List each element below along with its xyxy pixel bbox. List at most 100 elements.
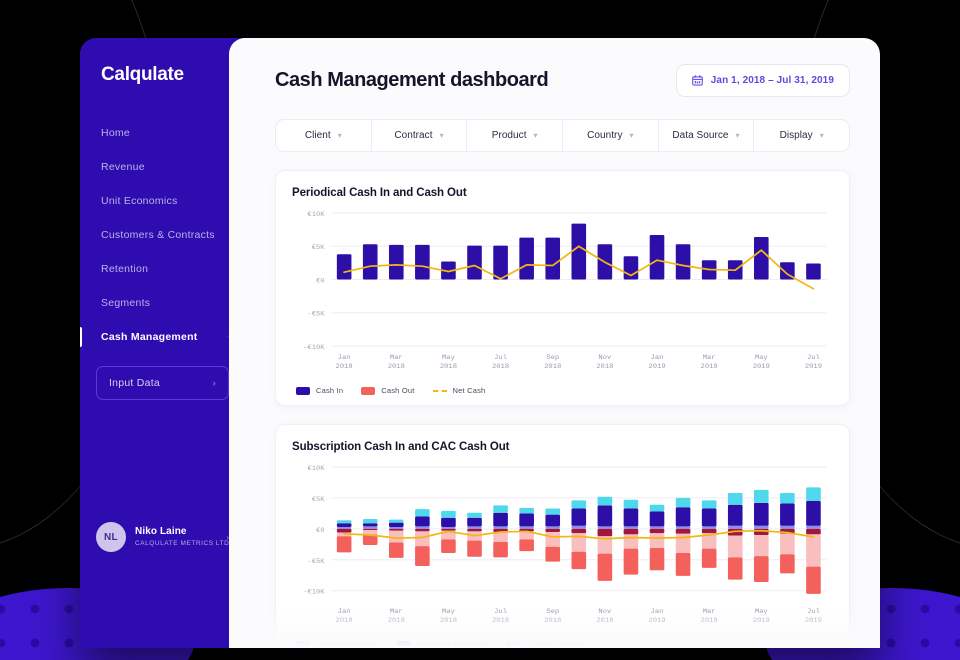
input-data-label: Input Data — [109, 377, 160, 389]
svg-text:Jul: Jul — [807, 608, 820, 616]
svg-text:May: May — [755, 354, 768, 362]
filter-bar: Client ▾ Contract ▾ Product ▾ Country ▾ Data Sou… — [275, 119, 850, 152]
svg-text:2018: 2018 — [440, 363, 457, 371]
filter-label: Data Source — [672, 130, 729, 141]
legend-item[interactable]: Current Contracts — [296, 640, 379, 648]
svg-text:Sep: Sep — [546, 608, 559, 616]
svg-text:May: May — [442, 608, 455, 616]
svg-text:Mar: Mar — [703, 608, 716, 616]
legend-item[interactable]: Cash In — [296, 386, 343, 395]
svg-text:2018: 2018 — [492, 617, 509, 625]
legend-label: Current Contracts — [316, 640, 379, 648]
legend-label: Cash In — [316, 386, 344, 395]
chart-periodical-cash-in-out[interactable]: €10K €5K €0 -€5K -€10K Jan 2018 Mar 2018 May 2018 J… — [292, 205, 833, 380]
svg-text:Mar: Mar — [703, 354, 716, 362]
svg-text:-€10K: -€10K — [303, 589, 325, 597]
chart-title: Subscription Cash In and CAC Cash Out — [292, 441, 510, 453]
filter-label: Client — [304, 130, 331, 141]
sidebar-item-label: Unit Economics — [101, 195, 178, 207]
sidebar-item-label: Cash Management — [101, 331, 198, 343]
svg-text:2019: 2019 — [753, 617, 770, 625]
chart-title: Periodical Cash In and Cash Out — [292, 187, 467, 199]
sidebar-item-home[interactable]: Home — [80, 116, 245, 150]
svg-text:2019: 2019 — [701, 363, 718, 371]
filter-client[interactable]: Client ▾ — [276, 120, 372, 151]
app-window: Calqulate Home Revenue Unit Economics Custo… — [80, 38, 880, 648]
sidebar-item-unit-economics[interactable]: Unit Economics — [80, 184, 245, 218]
sidebar-item-customers-contracts[interactable]: Customers & Contracts — [80, 218, 245, 252]
svg-text:Jan: Jan — [338, 608, 351, 616]
filter-label: Display — [779, 130, 813, 141]
svg-text:2018: 2018 — [596, 363, 613, 371]
legend-item[interactable]: Cash Out — [361, 386, 414, 395]
date-range-picker[interactable]: Jan 1, 2018 – Jul 31, 2019 — [675, 64, 850, 97]
svg-text:€0: €0 — [316, 527, 325, 535]
chevron-down-icon: ▾ — [629, 131, 634, 140]
chart-subscription-cash-in-cac-out[interactable]: €10K €5K €0 -€5K -€10K Jan 2018 Mar 2018 May 2018 J… — [292, 459, 833, 634]
chevron-right-icon: › — [212, 378, 216, 388]
sidebar-item-segments[interactable]: Segments — [80, 286, 245, 320]
svg-text:2018: 2018 — [336, 617, 353, 625]
svg-text:Jan: Jan — [651, 354, 664, 362]
user-text: Niko Laine CALQULATE METRICS LTD. — [135, 526, 231, 548]
sidebar-item-retention[interactable]: Retention — [80, 252, 245, 286]
input-data-button[interactable]: Input Data › — [96, 366, 229, 400]
svg-text:€5K: €5K — [312, 496, 326, 504]
topbar: Cash Management dashboard Jan 1, 2018 – … — [257, 38, 852, 97]
filter-data-source[interactable]: Data Source ▾ — [659, 120, 755, 151]
legend-swatch — [296, 640, 310, 648]
svg-text:-€5K: -€5K — [307, 558, 325, 566]
legend-label: Cash Out — [381, 386, 415, 395]
svg-text:2019: 2019 — [753, 363, 770, 371]
chart-card-periodical-cash: Periodical Cash In and Cash Out €10K €5K €… — [275, 170, 850, 406]
filter-contract[interactable]: Contract ▾ — [372, 120, 468, 151]
svg-text:2018: 2018 — [596, 617, 613, 625]
user-profile[interactable]: NL Niko Laine CALQULATE METRICS LTD. › — [80, 522, 245, 552]
user-name: Niko Laine — [135, 526, 187, 538]
sidebar-item-label: Customers & Contracts — [101, 229, 215, 241]
screenshot-root: Calqulate Home Revenue Unit Economics Custo… — [0, 0, 960, 660]
svg-text:Jul: Jul — [494, 608, 507, 616]
sidebar-item-label: Segments — [101, 297, 151, 309]
svg-text:€10K: €10K — [307, 211, 325, 219]
legend-line-marker — [432, 389, 447, 392]
brand-logo[interactable]: Calqulate — [80, 64, 245, 86]
svg-text:2018: 2018 — [388, 363, 405, 371]
legend-label: Recurring Payments — [416, 640, 489, 648]
filter-product[interactable]: Product ▾ — [467, 120, 564, 151]
legend-swatch — [361, 386, 376, 395]
svg-text:-€5K: -€5K — [307, 311, 325, 319]
sidebar: Calqulate Home Revenue Unit Economics Custo… — [80, 38, 245, 648]
legend-item[interactable]: Recurring Payments — [396, 640, 489, 648]
filter-label: Country — [587, 130, 623, 141]
legend-swatch — [396, 640, 411, 648]
main-content: Cash Management dashboard Jan 1, 2018 – … — [229, 38, 880, 648]
svg-text:Sep: Sep — [546, 354, 559, 362]
svg-text:Jul: Jul — [807, 354, 820, 362]
svg-text:2019: 2019 — [805, 617, 822, 625]
svg-text:2019: 2019 — [805, 363, 822, 371]
svg-text:2018: 2018 — [336, 363, 353, 371]
chart-card-subscription-cac: Subscription Cash In and CAC Cash Out €1… — [275, 424, 850, 648]
sidebar-item-revenue[interactable]: Revenue — [80, 150, 245, 184]
svg-text:-€10K: -€10K — [303, 344, 325, 352]
svg-text:May: May — [755, 608, 768, 616]
calendar-icon — [691, 75, 703, 86]
filter-label: Product — [491, 130, 527, 141]
svg-text:Nov: Nov — [598, 608, 611, 616]
legend-item[interactable]: Current Contracts — [506, 640, 589, 648]
svg-text:2019: 2019 — [648, 363, 665, 371]
svg-text:Jan: Jan — [651, 608, 664, 616]
sidebar-item-label: Revenue — [101, 161, 145, 173]
svg-text:2018: 2018 — [440, 617, 457, 625]
legend-swatch — [506, 640, 521, 648]
filter-display[interactable]: Display ▾ — [754, 120, 849, 151]
svg-text:Mar: Mar — [390, 608, 403, 616]
chart-legend: Current Contracts Recurring Payments Curre… — [292, 634, 833, 648]
svg-text:2018: 2018 — [388, 617, 405, 625]
svg-text:€0: €0 — [316, 278, 325, 286]
svg-text:€5K: €5K — [312, 244, 326, 252]
filter-country[interactable]: Country ▾ — [563, 120, 659, 151]
sidebar-item-cash-management[interactable]: Cash Management· — [80, 320, 245, 354]
legend-item[interactable]: Net Cash — [432, 386, 486, 395]
